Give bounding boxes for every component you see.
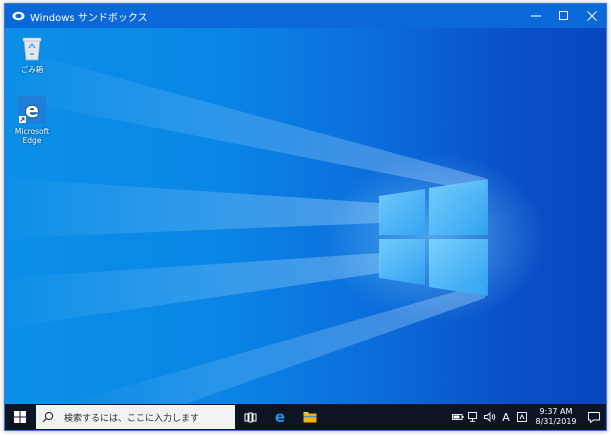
- svg-text:e: e: [25, 98, 39, 122]
- action-center-button[interactable]: [582, 404, 606, 430]
- desktop-icon-label: ごみ箱: [20, 65, 44, 74]
- svg-text:e: e: [275, 410, 285, 424]
- minimize-button[interactable]: [522, 4, 550, 28]
- desktop-icon-recycle-bin[interactable]: ごみ箱: [10, 34, 54, 74]
- search-placeholder: 検索するには、ここに入力します: [64, 413, 200, 424]
- battery-icon[interactable]: [451, 404, 465, 430]
- system-tray: A 9:37 AM 8/31/2019: [450, 404, 606, 430]
- volume-icon[interactable]: [483, 404, 497, 430]
- windows-logo-wallpaper: [379, 179, 488, 296]
- desktop[interactable]: ごみ箱 e Microsoft Edge: [5, 28, 606, 404]
- task-view-icon: [244, 412, 256, 422]
- wallpaper-light-beams: [5, 58, 488, 404]
- windows-start-icon: [14, 411, 26, 423]
- task-view-button[interactable]: [235, 404, 265, 430]
- notification-icon: [588, 411, 600, 423]
- taskbar-clock[interactable]: 9:37 AM 8/31/2019: [534, 407, 578, 427]
- window-title: Windows サンドボックス: [30, 12, 148, 24]
- minimize-icon: [531, 15, 541, 17]
- start-button[interactable]: [5, 404, 35, 430]
- ime-pad-icon[interactable]: [515, 404, 529, 430]
- sandbox-app-icon: [11, 9, 25, 23]
- edge-icon: e: [18, 96, 46, 124]
- clock-time: 9:37 AM: [539, 407, 573, 416]
- clock-date: 8/31/2019: [535, 417, 577, 426]
- window-controls: [522, 4, 606, 28]
- taskbar-edge-button[interactable]: e: [265, 404, 295, 430]
- close-button[interactable]: [578, 4, 606, 28]
- sandbox-window: Windows サンドボックス ごみ箱 e Microsoft Edge 検索す…: [4, 3, 607, 431]
- maximize-icon: [559, 11, 568, 20]
- ime-mode-indicator[interactable]: A: [499, 404, 513, 430]
- recycle-bin-icon: [18, 34, 46, 62]
- taskbar-search-box[interactable]: 検索するには、ここに入力します: [36, 405, 235, 429]
- title-bar[interactable]: Windows サンドボックス: [5, 4, 606, 28]
- maximize-button[interactable]: [550, 4, 578, 28]
- network-icon[interactable]: [467, 404, 481, 430]
- file-explorer-icon: [303, 412, 317, 423]
- taskbar: 検索するには、ここに入力します e A 9:37 AM 8/31/2019: [5, 404, 606, 430]
- desktop-icon-label: Microsoft Edge: [14, 127, 50, 145]
- close-icon: [587, 11, 597, 21]
- taskbar-file-explorer-button[interactable]: [295, 404, 325, 430]
- edge-icon: e: [275, 410, 285, 424]
- desktop-icon-microsoft-edge[interactable]: e Microsoft Edge: [10, 96, 54, 145]
- search-icon: [42, 411, 60, 423]
